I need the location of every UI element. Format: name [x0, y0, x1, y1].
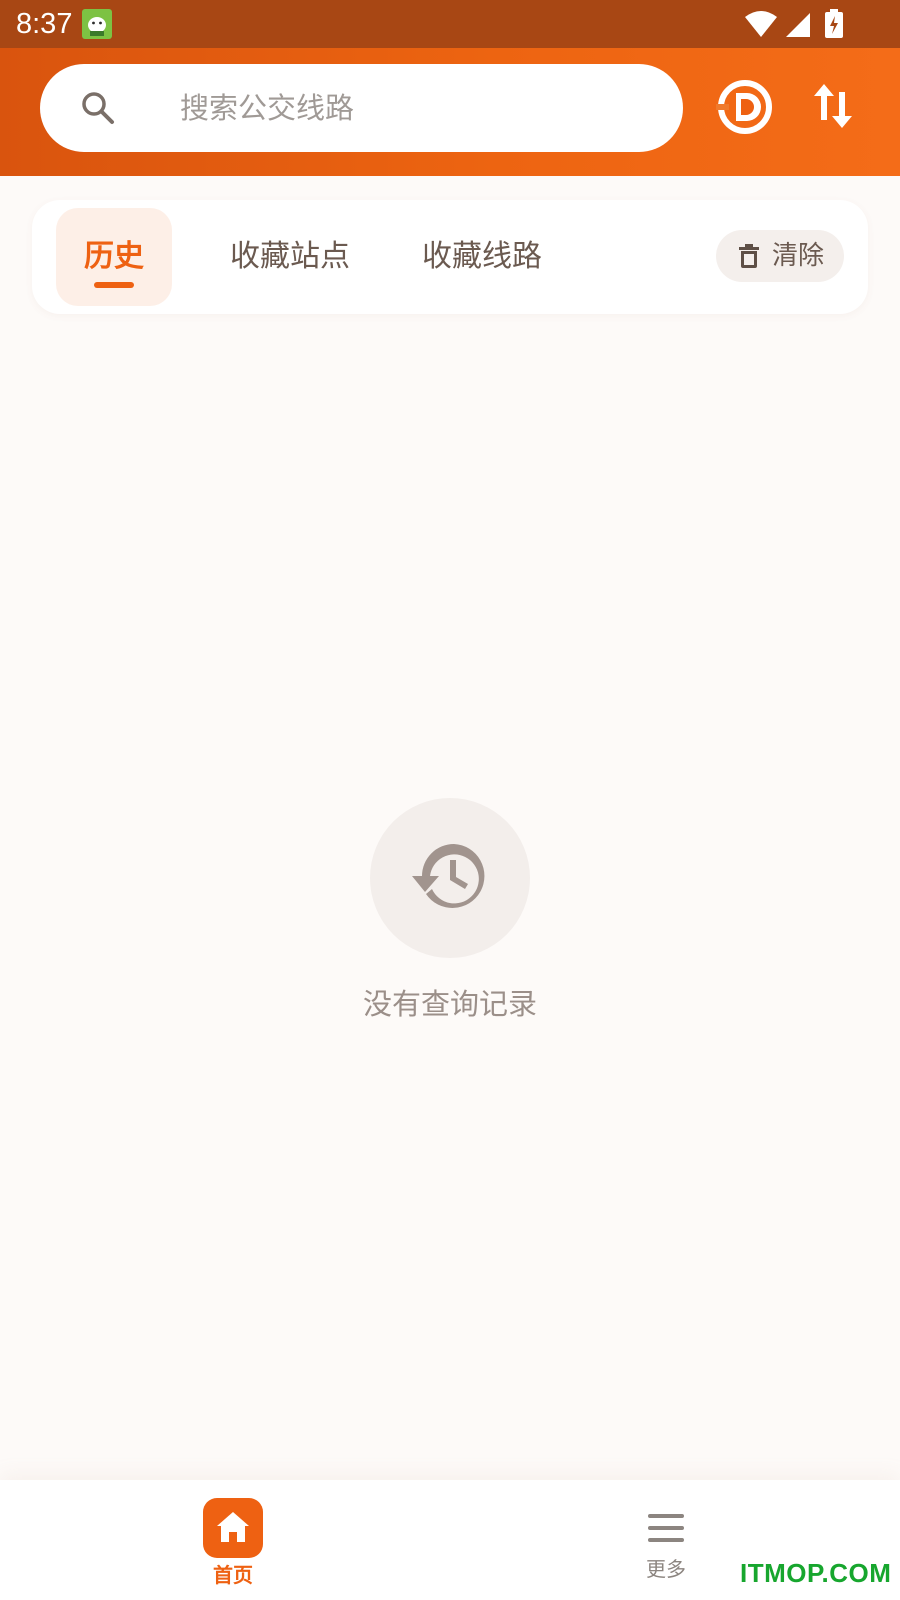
tab-history-label: 历史: [84, 239, 144, 274]
battery-icon: [825, 9, 843, 38]
nav-home-label[interactable]: 首页: [193, 1562, 273, 1588]
menu-icon[interactable]: [648, 1514, 684, 1542]
app-notification-icon: [82, 9, 112, 39]
empty-state-message: 没有查询记录: [362, 987, 537, 1021]
tab-saved-stations[interactable]: 收藏站点: [210, 208, 370, 306]
tab-active-indicator: [94, 282, 134, 288]
status-time: 8:37: [16, 8, 73, 40]
tab-card: 历史 收藏站点 收藏线路 清除: [32, 200, 868, 314]
nav-home-button[interactable]: [203, 1498, 263, 1558]
swap-icon[interactable]: [808, 80, 858, 132]
search-placeholder: 搜索公交线路: [180, 91, 355, 125]
clear-button[interactable]: 清除: [716, 230, 844, 282]
tab-saved-stations-label: 收藏站点: [230, 239, 350, 274]
clear-label: 清除: [772, 241, 825, 271]
search-input[interactable]: 搜索公交线路: [40, 64, 683, 152]
metro-logo-icon[interactable]: [716, 78, 774, 136]
header: 搜索公交线路: [0, 48, 900, 176]
trash-icon: [739, 244, 759, 268]
wifi-icon: [745, 11, 777, 37]
nav-more-label[interactable]: 更多: [626, 1556, 706, 1582]
watermark: ITMOP.COM: [740, 1558, 892, 1588]
tab-history[interactable]: 历史: [56, 208, 172, 306]
history-icon: [412, 844, 485, 908]
status-bar: 8:37: [0, 0, 900, 48]
status-indicators: [744, 9, 854, 39]
search-icon: [82, 92, 114, 124]
empty-state-icon-circle: [370, 798, 530, 958]
signal-icon: [786, 13, 810, 37]
tab-saved-lines-label: 收藏线路: [422, 239, 542, 274]
tab-saved-lines[interactable]: 收藏线路: [402, 208, 562, 306]
home-icon: [217, 1512, 249, 1542]
